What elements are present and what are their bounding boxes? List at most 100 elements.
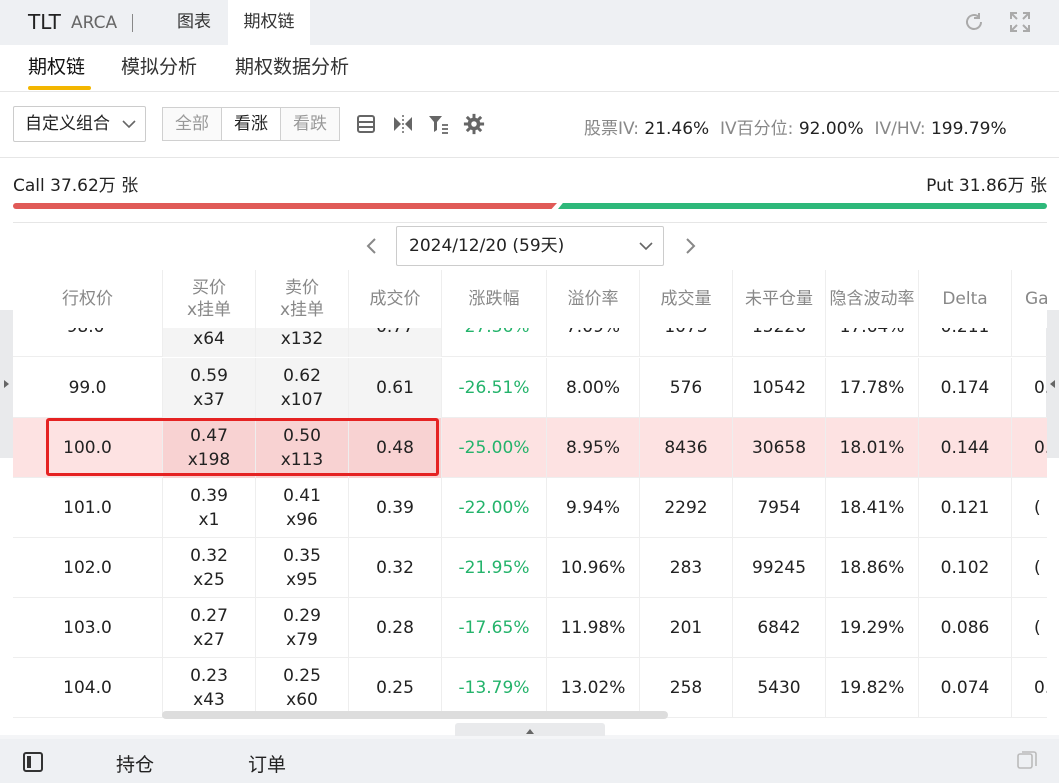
strategy-select[interactable]: 自定义组合	[13, 106, 146, 142]
ask-size: x107	[280, 390, 324, 410]
ask-price: 0.35	[283, 546, 321, 566]
bid-cell: 0.39 x1	[163, 478, 256, 538]
oi-cell: 99245	[733, 538, 826, 598]
fullscreen-icon[interactable]	[1008, 10, 1032, 34]
bid-cell: 0.32 x25	[163, 538, 256, 598]
delta-cell: 0.174	[919, 358, 1012, 418]
caret-left-icon	[1050, 380, 1055, 388]
strike-cell: 102.0	[13, 538, 163, 598]
put-volume-bar	[558, 203, 1047, 209]
col-premium[interactable]: 溢价率	[547, 270, 640, 328]
tab-chart[interactable]: 图表	[160, 0, 228, 45]
col-implied-vol[interactable]: 隐含波动率	[826, 270, 919, 328]
iv-cell: 18.41%	[826, 478, 919, 538]
premium-cell: 9.94%	[547, 478, 640, 538]
bid-size: x1	[198, 510, 220, 530]
top-bar	[0, 0, 1059, 45]
bid-cell: 0.23 x43	[163, 658, 256, 718]
oi-cell: 5430	[733, 658, 826, 718]
bottom-panel-handle[interactable]	[455, 723, 605, 736]
last-cell: 0.32	[349, 538, 442, 598]
col-strike[interactable]: 行权价	[13, 270, 163, 328]
strike-cell: 99.0	[13, 358, 163, 418]
volume-cell: 576	[640, 358, 733, 418]
bid-size: x64	[193, 329, 225, 349]
ask-price: 0.62	[283, 366, 321, 386]
split-view-icon[interactable]	[392, 113, 414, 135]
refresh-icon[interactable]	[962, 10, 986, 34]
ask-size: x132	[280, 329, 324, 349]
bottom-bar	[0, 739, 1059, 783]
delta-cell: 0.121	[919, 478, 1012, 538]
left-panel-handle[interactable]	[0, 310, 13, 458]
horizontal-scrollbar[interactable]	[162, 711, 668, 719]
table-header: 行权价 买价 x挂单 卖价 x挂单 成交价 涨跌幅 溢价率 成交量 未平仓量 隐…	[13, 270, 1047, 328]
bid-price: 0.27	[190, 606, 228, 626]
col-volume[interactable]: 成交量	[640, 270, 733, 328]
delta-cell: 0.074	[919, 658, 1012, 718]
col-last[interactable]: 成交价	[349, 270, 442, 328]
popout-icon[interactable]	[1016, 749, 1038, 771]
oi-cell: 6842	[733, 598, 826, 658]
col-delta[interactable]: Delta	[919, 270, 1012, 328]
highlight-annotation-box	[46, 418, 439, 476]
right-panel-handle[interactable]	[1046, 310, 1059, 458]
tab-positions[interactable]: 持仓	[116, 750, 154, 777]
oi-cell: 10542	[733, 358, 826, 418]
ask-size: x96	[286, 510, 318, 530]
change-cell: -13.79%	[442, 658, 547, 718]
bid-size: x37	[193, 390, 225, 410]
gamma-cell: 0.	[1034, 438, 1047, 458]
subtab-option-chain[interactable]: 期权链	[28, 52, 85, 79]
col-ask[interactable]: 卖价 x挂单	[256, 270, 349, 328]
premium-cell: 8.95%	[547, 418, 640, 478]
table-row[interactable]: 101.0 0.39 x1 0.41 x96 0.39 -22.00% 9.94% …	[13, 478, 1047, 538]
settings-icon[interactable]	[463, 113, 485, 135]
bid-price: 0.59	[190, 366, 228, 386]
filter-put-button[interactable]: 看跌	[280, 107, 340, 141]
ask-size: x95	[286, 570, 318, 590]
table-row[interactable]: 103.0 0.27 x27 0.29 x79 0.28 -17.65% 11.98…	[13, 598, 1047, 658]
ask-cell: 0.35 x95	[256, 538, 349, 598]
call-volume-label: Call 37.62万 张	[13, 176, 139, 196]
chevron-down-icon	[639, 242, 653, 251]
change-cell: -22.00%	[442, 478, 547, 538]
gamma-cell: (	[1034, 618, 1041, 638]
col-bid[interactable]: 买价 x挂单	[163, 270, 256, 328]
filter-all-button[interactable]: 全部	[162, 107, 222, 141]
header-divider	[132, 14, 133, 32]
strike-cell: 104.0	[13, 658, 163, 718]
oi-cell: 7954	[733, 478, 826, 538]
subtab-option-data[interactable]: 期权数据分析	[235, 52, 349, 79]
ask-cell: 0.62 x107	[256, 358, 349, 418]
volume-cell: 258	[640, 658, 733, 718]
list-icon[interactable]	[355, 113, 377, 135]
next-expiry-icon[interactable]	[680, 234, 700, 258]
strategy-select-value: 自定义组合	[25, 114, 110, 134]
iv-cell: 19.29%	[826, 598, 919, 658]
bid-price: 0.32	[190, 546, 228, 566]
column-filter-icon[interactable]	[427, 113, 449, 135]
subtab-simulation[interactable]: 模拟分析	[121, 52, 197, 79]
filter-call-button[interactable]: 看涨	[221, 107, 281, 141]
table-row[interactable]: 104.0 0.23 x43 0.25 x60 0.25 -13.79% 13.02…	[13, 658, 1047, 718]
ask-price: 0.29	[283, 606, 321, 626]
iv-percentile-label: IV百分位:	[720, 119, 794, 139]
change-cell: -26.51%	[442, 358, 547, 418]
table-row[interactable]: 102.0 0.32 x25 0.35 x95 0.32 -21.95% 10.96…	[13, 538, 1047, 598]
tab-option-chain[interactable]: 期权链	[228, 0, 310, 45]
col-gamma[interactable]: Ga	[1012, 270, 1047, 328]
gamma-cell: 0.	[1034, 678, 1047, 698]
iv-cell: 18.86%	[826, 538, 919, 598]
col-open-interest[interactable]: 未平仓量	[733, 270, 826, 328]
prev-expiry-icon[interactable]	[362, 234, 382, 258]
table-row[interactable]: 99.0 0.59 x37 0.62 x107 0.61 -26.51% 8.00%…	[13, 358, 1047, 418]
call-volume-bar	[13, 203, 557, 209]
tab-orders[interactable]: 订单	[248, 750, 286, 777]
premium-cell: 11.98%	[547, 598, 640, 658]
panel-toggle-icon[interactable]	[22, 751, 44, 773]
expiry-select[interactable]: 2024/12/20 (59天)	[396, 226, 664, 266]
col-change[interactable]: 涨跌幅	[442, 270, 547, 328]
iv-percentile-value: 92.00%	[798, 119, 864, 139]
last-cell: 0.61	[349, 358, 442, 418]
